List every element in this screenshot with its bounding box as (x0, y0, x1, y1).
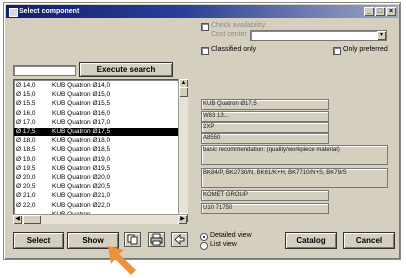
list-item-diameter: Ø 18,0 (16, 137, 36, 145)
detail-manufacturer: KOMET GROUP (201, 190, 329, 201)
list-item[interactable]: Ø 19,0 KUB Quatron Ø19,0 (14, 156, 178, 164)
list-item-diameter: Ø 14,0 (16, 82, 36, 89)
list-item-diameter: Ø 21,0 (16, 192, 36, 200)
detail-number: A8550 (201, 133, 329, 144)
list-item[interactable]: Ø 18,5 KUB Quatron Ø18,5 (14, 146, 178, 154)
check-availability-label: Check availability (211, 22, 266, 29)
minimize-button[interactable]: _ (364, 7, 374, 16)
list-item-diameter: Ø 18,5 (16, 146, 36, 154)
cost-center-dropdown[interactable]: ▾ (250, 30, 387, 41)
list-item[interactable]: Ø 21,0 KUB Quatron Ø21,0 (14, 192, 178, 200)
list-item-name: KUB Quatron Ø17,5 (52, 128, 111, 135)
list-item[interactable]: Ø 19,5 KUB Quatron Ø19,5 (14, 165, 178, 173)
list-item[interactable]: Ø 18,0 KUB Quatron Ø18,0 (14, 137, 178, 145)
scroll-right-icon[interactable]: ▶ (178, 215, 187, 224)
scroll-thumb[interactable] (179, 87, 188, 97)
list-item[interactable]: Ø 16,0 KUB Quatron Ø16,0 (14, 110, 178, 118)
list-item-name: KUB Quatron Ø19,5 (52, 164, 111, 172)
list-item[interactable]: Ø 15,0 KUB Quatron Ø15,0 (14, 91, 178, 99)
maximize-button[interactable]: □ (375, 7, 385, 16)
detailed-view-label: Detailed view (210, 232, 252, 239)
list-item-diameter: Ø 15,0 (16, 91, 36, 99)
print-icon[interactable] (148, 232, 165, 247)
list-item-name: KUB Quatron Ø18,0 (52, 137, 111, 145)
detail-code: W83 13... (201, 111, 329, 122)
list-item[interactable]: Ø 20,0 KUB Quatron Ø20,0 (14, 174, 178, 182)
horizontal-scrollbar[interactable]: ◀ ▶ (13, 214, 187, 224)
cost-center-label: Cost center (211, 31, 247, 38)
detail-grades: BK84/P, BK2730/N, BK61/K+H, BK7710/N+S, … (201, 168, 388, 188)
title-bar: Select component _ □ × (6, 5, 398, 18)
list-item-name: KUB Quatron Ø17,0 (52, 118, 111, 126)
list-item-diameter: Ø 15,5 (16, 100, 36, 108)
list-item[interactable]: Ø 14,0 KUB Quatron Ø14,0 (14, 82, 178, 90)
cancel-button[interactable]: Cancel (343, 232, 395, 249)
list-view-label: List view (210, 241, 237, 248)
component-list[interactable]: Ø 14,0 KUB Quatron Ø14,0 Ø 15,0 KUB Quatron… (13, 79, 179, 224)
vertical-scrollbar[interactable]: ▲ ▼ (178, 79, 188, 222)
list-item[interactable]: Ø 20,5 KUB Quatron Ø20,5 (14, 183, 178, 191)
list-item-diameter: Ø 20,0 (16, 174, 36, 181)
detailed-view-radio[interactable] (200, 233, 208, 241)
list-item-diameter: Ø 20,5 (16, 183, 36, 191)
window-title: Select component (19, 8, 80, 15)
detail-article: U10 71750 (201, 203, 329, 214)
chevron-down-icon[interactable]: ▾ (377, 31, 386, 40)
list-item[interactable]: Ø 15,5 KUB Quatron Ø15,5 (14, 100, 178, 108)
execute-search-button[interactable]: Execute search (79, 62, 173, 77)
list-item-diameter: Ø 17,5 (16, 128, 36, 135)
close-button[interactable]: × (386, 7, 396, 16)
detail-recommendation: basic recommendation: (quality/workpiece… (201, 145, 388, 165)
list-item-name: KUB Quatron Ø22,0 (52, 201, 111, 209)
pointer-arrow-icon (108, 246, 136, 275)
list-item-name: KUB Quatron Ø20,0 (52, 174, 111, 181)
list-item-diameter: Ø 16,0 (16, 109, 36, 117)
list-item[interactable]: Ø 17,0 KUB Quatron Ø17,0 (14, 119, 178, 127)
list-item-name: KUB Quatron Ø21,0 (52, 192, 111, 200)
list-item-diameter: Ø 19,0 (16, 155, 36, 163)
list-item-name: KUB Quatron Ø15,5 (52, 100, 111, 108)
check-availability-checkbox[interactable] (201, 23, 209, 31)
list-item-name: KUB Quatron Ø14,0 (52, 82, 111, 89)
back-arrow-icon[interactable] (171, 232, 188, 247)
detail-name: KUB Quatron Ø17,5 (201, 99, 329, 110)
search-input[interactable] (13, 65, 76, 76)
catalog-button[interactable]: Catalog (285, 232, 337, 249)
list-item-name: KUB Quatron Ø19,0 (52, 155, 111, 163)
list-item-name: KUB Quatron Ø15,0 (52, 91, 111, 99)
detail-type: 2XP (201, 122, 329, 133)
only-preferred-checkbox[interactable] (333, 47, 341, 55)
app-icon (9, 8, 18, 17)
select-button[interactable]: Select (13, 232, 64, 249)
list-item-diameter: Ø 22,0 (16, 201, 36, 209)
h-scroll-thumb[interactable] (23, 215, 41, 224)
list-item-name: KUB Quatron Ø16,0 (52, 109, 111, 117)
list-item-diameter: Ø 19,5 (16, 164, 36, 172)
only-preferred-label: Only preferred (343, 46, 388, 53)
classified-only-checkbox[interactable] (201, 47, 209, 55)
classified-only-label: Classified only (211, 46, 257, 53)
list-item-diameter: Ø 17,0 (16, 118, 36, 126)
list-item-name: KUB Quatron Ø20,5 (52, 183, 111, 191)
list-item-name: KUB Quatron Ø18,5 (52, 146, 111, 154)
list-item[interactable]: Ø 22,0 KUB Quatron Ø22,0 (14, 202, 178, 210)
list-view-radio[interactable] (200, 242, 208, 250)
list-item[interactable]: Ø 17,5 KUB Quatron Ø17,5 (14, 128, 178, 136)
scroll-left-icon[interactable]: ◀ (13, 215, 22, 224)
